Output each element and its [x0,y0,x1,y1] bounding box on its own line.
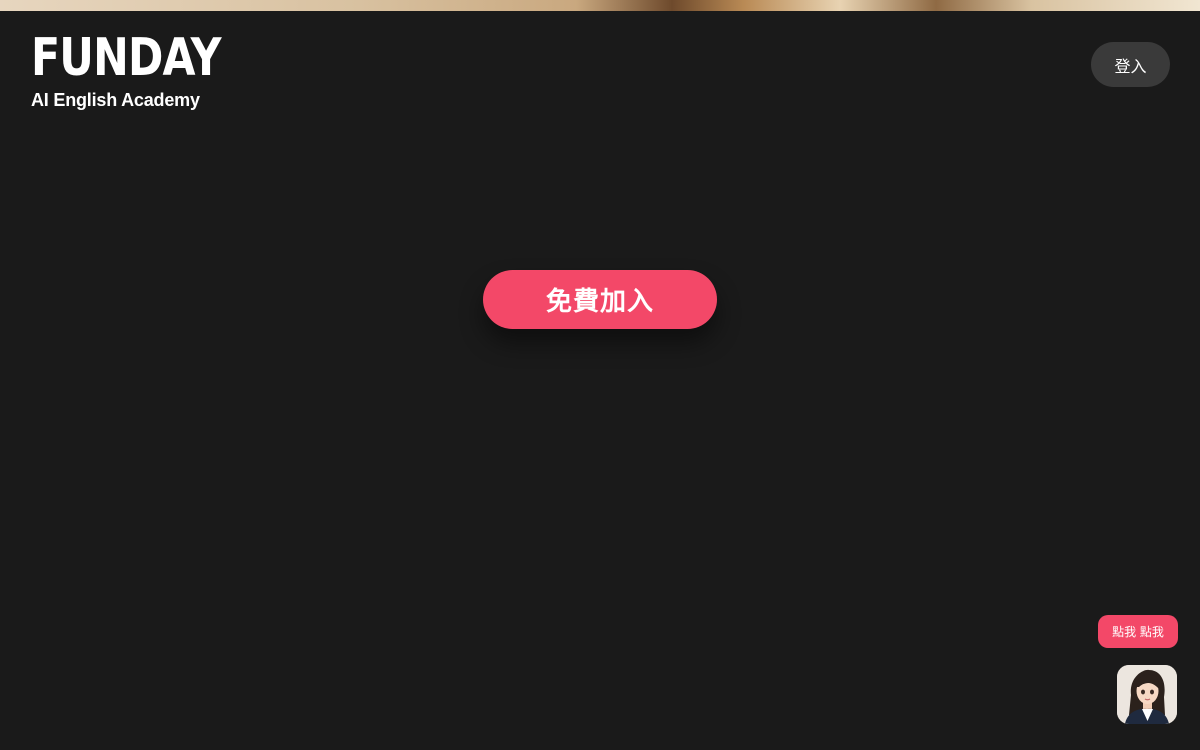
funday-logo[interactable]: FUNDAY AI English Academy [31,30,262,111]
page: FUNDAY AI English Academy 登入 免費加入 點我 點我 [0,0,1200,750]
click-me-bubble[interactable]: 點我 點我 [1098,615,1178,648]
logo-word: FUNDAY [31,28,222,88]
assistant-avatar-icon [1117,665,1177,724]
logo-tagline: AI English Academy [31,90,200,110]
assistant-avatar-button[interactable] [1117,665,1177,724]
free-join-button[interactable]: 免費加入 [483,270,717,329]
login-button[interactable]: 登入 [1091,42,1170,87]
top-image-strip [0,0,1200,11]
